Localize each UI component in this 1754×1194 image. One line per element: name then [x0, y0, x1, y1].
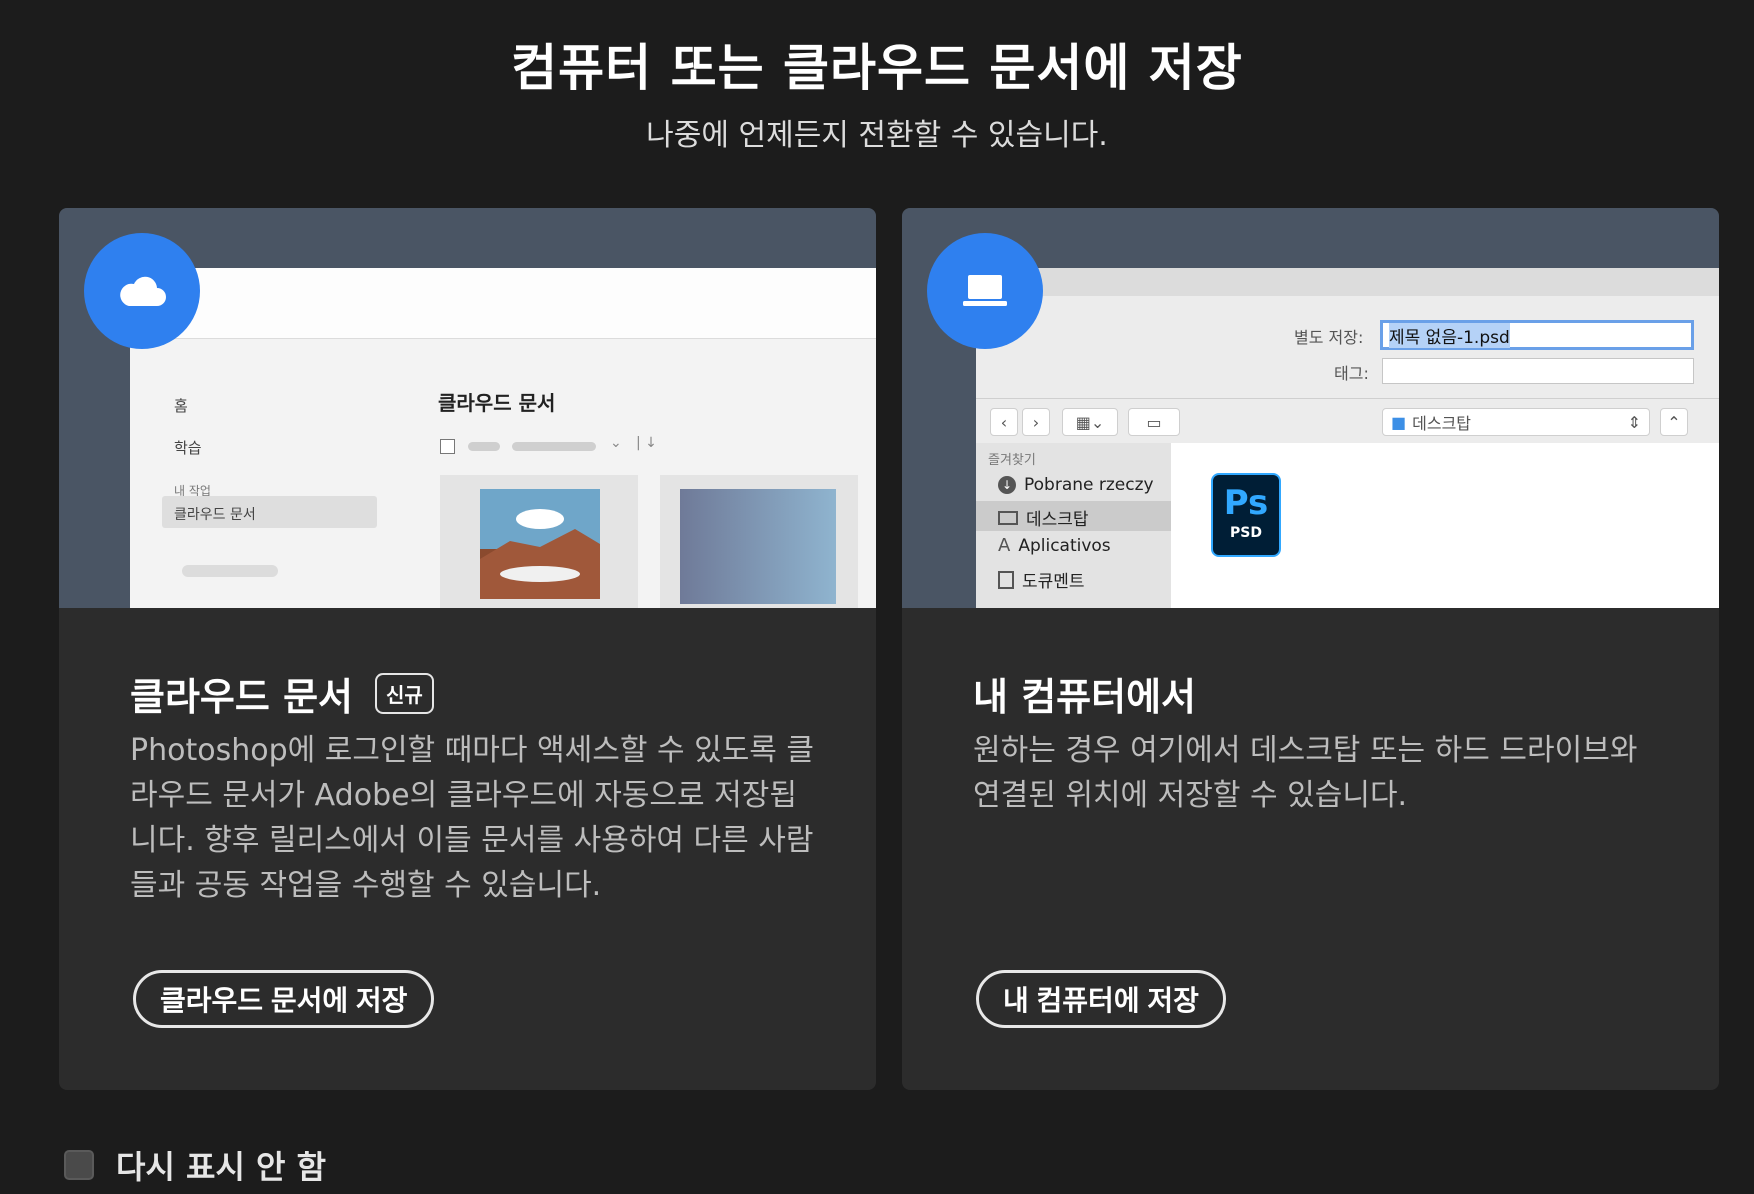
gradient-thumbnail	[680, 489, 836, 604]
mock-placeholder-bar	[182, 565, 278, 577]
tags-label: 태그:	[1334, 364, 1369, 383]
thumbnail-card	[660, 475, 858, 608]
chevron-up-icon: ⌃	[1660, 408, 1688, 436]
dialog-title: 컴퓨터 또는 클라우드 문서에 저장	[511, 39, 1243, 97]
save-as-value: 제목 없음-1.psd	[1389, 322, 1510, 348]
sidebar-item-downloads: ↓ Pobrane rzeczy	[998, 475, 1154, 495]
mock-bar	[512, 442, 596, 451]
sidebar-item-desktop: 데스크탑	[998, 505, 1089, 530]
cloud-card-description: Photoshop에 로그인할 때마다 액세스할 수 있도록 클라우드 문서가 …	[130, 733, 815, 903]
document-icon	[998, 570, 1014, 589]
cloud-mockup-topbar	[130, 268, 876, 339]
computer-preview: 별도 저장: 제목 없음-1.psd 태그: ‹ › ▦⌄ ▭ ■ 데스크탑 ⇕…	[902, 208, 1719, 608]
save-as-label: 별도 저장:	[1294, 328, 1364, 347]
mock-bar	[468, 442, 500, 451]
updown-icon: ⇕	[1627, 412, 1641, 432]
mock-nav-home: 홈	[174, 397, 188, 415]
sort-arrow-icon: | ↓	[636, 435, 657, 451]
save-to-computer-button[interactable]: 내 컴퓨터에 저장	[976, 970, 1226, 1028]
location-value: 데스크탑	[1412, 414, 1472, 433]
back-icon: ‹	[990, 408, 1018, 436]
mac-save-dialog-mockup: 별도 저장: 제목 없음-1.psd 태그: ‹ › ▦⌄ ▭ ■ 데스크탑 ⇕…	[976, 268, 1719, 608]
computer-badge	[927, 233, 1043, 349]
download-icon: ↓	[998, 476, 1016, 494]
new-folder-icon: ▭	[1128, 408, 1180, 436]
sidebar-item-label: 데스크탑	[1026, 510, 1089, 530]
mac-sidebar: 즐겨찾기 ↓ Pobrane rzeczy 데스크탑 A Aplicativos…	[976, 443, 1171, 608]
cloud-preview: 홈 학습 내 작업 클라우드 문서 클라우드 문서 ⌄ | ↓	[59, 208, 876, 608]
tags-field	[1382, 358, 1694, 384]
dont-show-again-checkbox[interactable]	[64, 1150, 94, 1180]
dont-show-again-option[interactable]: 다시 표시 안 함	[64, 1142, 326, 1188]
cloud-icon	[120, 276, 166, 306]
landscape-thumbnail-icon	[480, 489, 600, 599]
dialog-subtitle: 나중에 언제든지 전환할 수 있습니다.	[646, 118, 1108, 153]
sidebar-item-documents: 도큐멘트	[998, 567, 1085, 592]
cloud-documents-card[interactable]: 홈 학습 내 작업 클라우드 문서 클라우드 문서 ⌄ | ↓ 클라우드 문서 …	[59, 208, 876, 1090]
cloud-app-mockup: 홈 학습 내 작업 클라우드 문서 클라우드 문서 ⌄ | ↓	[130, 268, 876, 608]
cloud-mockup-body: 홈 학습 내 작업 클라우드 문서 클라우드 문서 ⌄ | ↓	[130, 339, 876, 608]
computer-card-title-text: 내 컴퓨터에서	[973, 675, 1196, 719]
mock-nav-learn: 학습	[174, 439, 202, 457]
cloud-card-title: 클라우드 문서 신규	[130, 666, 434, 721]
my-computer-card[interactable]: 별도 저장: 제목 없음-1.psd 태그: ‹ › ▦⌄ ▭ ■ 데스크탑 ⇕…	[902, 208, 1719, 1090]
sidebar-item-label: 도큐멘트	[1022, 572, 1085, 592]
new-badge: 신규	[375, 673, 434, 714]
sidebar-item-applications: A Aplicativos	[998, 535, 1111, 556]
mock-heading: 클라우드 문서	[438, 391, 556, 415]
folder-icon: ■	[1391, 412, 1407, 432]
mock-nav-cloud-docs: 클라우드 문서	[174, 507, 256, 523]
cloud-card-title-text: 클라우드 문서	[130, 675, 353, 719]
divider	[976, 398, 1719, 399]
save-as-field: 제목 없음-1.psd	[1380, 320, 1694, 350]
laptop-icon	[963, 275, 1007, 306]
photoshop-file-icon: Ps PSD	[1211, 473, 1281, 557]
computer-card-description: 원하는 경우 여기에서 데스크탑 또는 하드 드라이브와 연결된 위치에 저장할…	[973, 733, 1638, 813]
desktop-icon	[998, 510, 1018, 525]
sidebar-item-label: Aplicativos	[1018, 535, 1111, 556]
sidebar-item-label: Pobrane rzeczy	[1024, 475, 1154, 495]
mac-titlebar	[976, 268, 1719, 296]
computer-card-title: 내 컴퓨터에서	[973, 666, 1196, 721]
dont-show-again-label[interactable]: 다시 표시 안 함	[116, 1142, 326, 1188]
location-select: ■ 데스크탑 ⇕	[1382, 408, 1650, 436]
view-grid-icon: ▦⌄	[1062, 408, 1118, 436]
mac-file-area: Ps PSD	[1171, 443, 1719, 608]
forward-icon: ›	[1022, 408, 1050, 436]
mock-checkbox	[440, 439, 455, 454]
save-to-cloud-button[interactable]: 클라우드 문서에 저장	[133, 970, 435, 1028]
cloud-badge	[84, 233, 200, 349]
applications-icon: A	[998, 535, 1011, 556]
chevron-down-icon: ⌄	[610, 435, 622, 451]
favorites-label: 즐겨찾기	[988, 453, 1036, 468]
thumbnail-card	[440, 475, 638, 608]
